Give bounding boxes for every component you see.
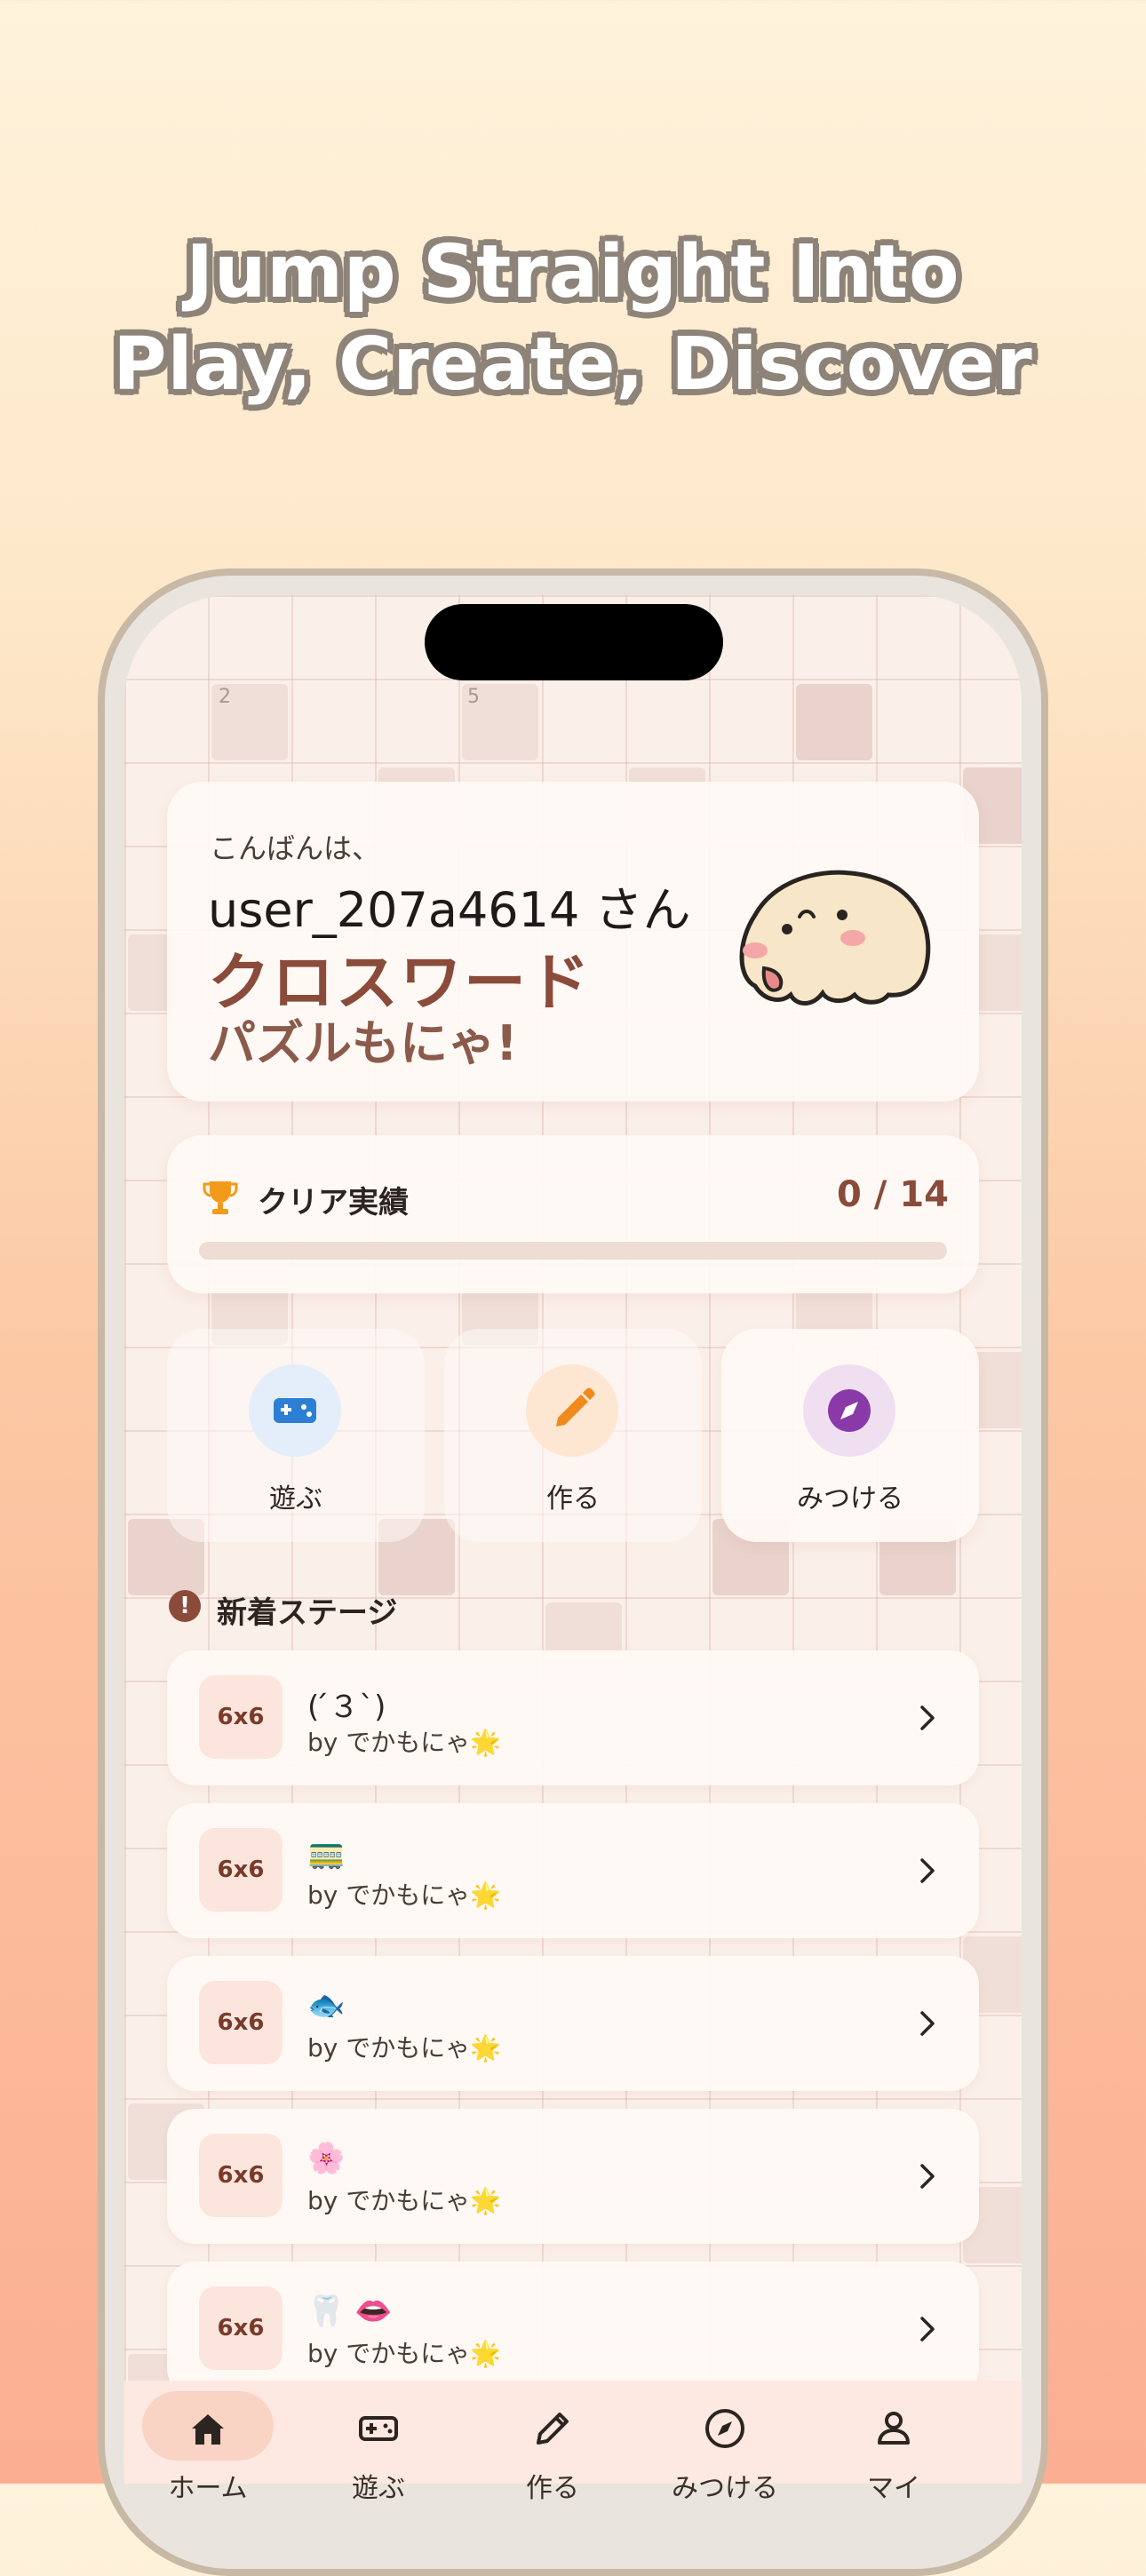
stage-title: 🐟: [307, 1988, 346, 2023]
mascot-illustration: [739, 870, 931, 1006]
tab-label: みつける: [672, 2473, 778, 2504]
alert-icon: !: [169, 1590, 201, 1622]
stage-author: by でかもにゃ🌟: [307, 2033, 502, 2063]
stage-item[interactable]: 6x6 🚃 by でかもにゃ🌟: [167, 1803, 979, 1938]
tab-profile[interactable]: マイ: [823, 2381, 965, 2504]
chevron-right-icon: [920, 2164, 935, 2189]
gamepad-icon: [359, 2416, 398, 2441]
stage-author: by でかもにゃ🌟: [307, 1728, 502, 1757]
stage-title: ( ́３`): [307, 1690, 386, 1725]
gamepad-icon: [274, 1398, 316, 1423]
stage-item[interactable]: 6x6 🐟 by でかもにゃ🌟: [167, 1956, 979, 2091]
pencil-icon: [537, 2413, 569, 2445]
chevron-right-icon: [920, 1858, 935, 1883]
grid-number: 5: [467, 686, 480, 708]
compass-icon: [828, 1389, 871, 1432]
headline-line-2: Play, Create, Discover: [113, 322, 1033, 407]
stage-item[interactable]: 6x6 ( ́３`) by でかもにゃ🌟: [167, 1650, 979, 1785]
tab-play[interactable]: 遊ぶ: [307, 2381, 450, 2504]
home-icon: [192, 2414, 224, 2445]
discover-icon-circle: [803, 1364, 895, 1457]
stage-size-badge: 6x6: [199, 1981, 283, 2064]
greeting-prefix: こんばんは、: [210, 831, 381, 865]
tab-label: マイ: [867, 2473, 920, 2504]
stage-title: 🦷 👄: [307, 2294, 393, 2329]
discover-label: みつける: [797, 1483, 903, 1515]
achievements-label: クリア実績: [258, 1185, 409, 1220]
stage-item[interactable]: 6x6 🦷 👄 by でかもにゃ🌟: [167, 2262, 979, 2397]
stage-title: 🚃: [307, 1835, 346, 1871]
stage-size-badge: 6x6: [199, 1828, 283, 1912]
pencil-icon: [556, 1387, 595, 1427]
grid-cell: [796, 684, 872, 760]
tab-bar: ホーム 遊ぶ 作る みつける マイ: [124, 2381, 1022, 2504]
tab-create[interactable]: 作る: [481, 2381, 624, 2504]
play-button[interactable]: 遊ぶ: [167, 1329, 425, 1542]
person-icon: [878, 2412, 910, 2445]
play-label: 遊ぶ: [269, 1483, 322, 1515]
trophy-icon: [203, 1181, 238, 1214]
tab-home[interactable]: ホーム: [137, 2381, 279, 2504]
stage-size-badge: 6x6: [199, 2286, 283, 2370]
grid-number: 2: [219, 686, 231, 708]
compass-icon: [705, 2409, 744, 2448]
tab-label: 作る: [526, 2473, 579, 2504]
stage-size-badge: 6x6: [199, 2134, 283, 2217]
tab-label: ホーム: [168, 2473, 248, 2504]
username: user_207a4614 さん: [208, 882, 691, 938]
stage-item[interactable]: 6x6 🌸 by でかもにゃ🌟: [167, 2109, 979, 2244]
create-label: 作る: [546, 1483, 600, 1515]
discover-button[interactable]: みつける: [721, 1329, 979, 1542]
stage-author: by でかもにゃ🌟: [307, 2186, 502, 2215]
chevron-right-icon: [920, 1705, 935, 1730]
achievements-progress-bar: [199, 1242, 947, 1260]
chevron-right-icon: [920, 2011, 935, 2036]
create-icon-circle: [526, 1364, 618, 1457]
stage-author: by でかもにゃ🌟: [307, 1880, 502, 1910]
play-icon-circle: [249, 1364, 341, 1457]
stage-title: 🌸: [307, 2141, 346, 2176]
create-button[interactable]: 作る: [444, 1329, 702, 1542]
dynamic-island: [425, 604, 723, 680]
chevron-right-icon: [920, 2317, 935, 2341]
achievements-count: 0 / 14: [837, 1174, 949, 1215]
stage-author: by でかもにゃ🌟: [307, 2339, 502, 2368]
tab-discover[interactable]: みつける: [654, 2381, 796, 2504]
app-title-line-2: パズルもにゃ!: [208, 1015, 518, 1071]
headline-line-1: Jump Straight Into: [186, 230, 960, 314]
stage-size-badge: 6x6: [199, 1675, 283, 1759]
promo-headline: Jump Straight Into Play, Create, Discove…: [0, 227, 1146, 411]
new-stages-title: 新着ステージ: [217, 1595, 398, 1631]
tab-label: 遊ぶ: [352, 2473, 405, 2504]
